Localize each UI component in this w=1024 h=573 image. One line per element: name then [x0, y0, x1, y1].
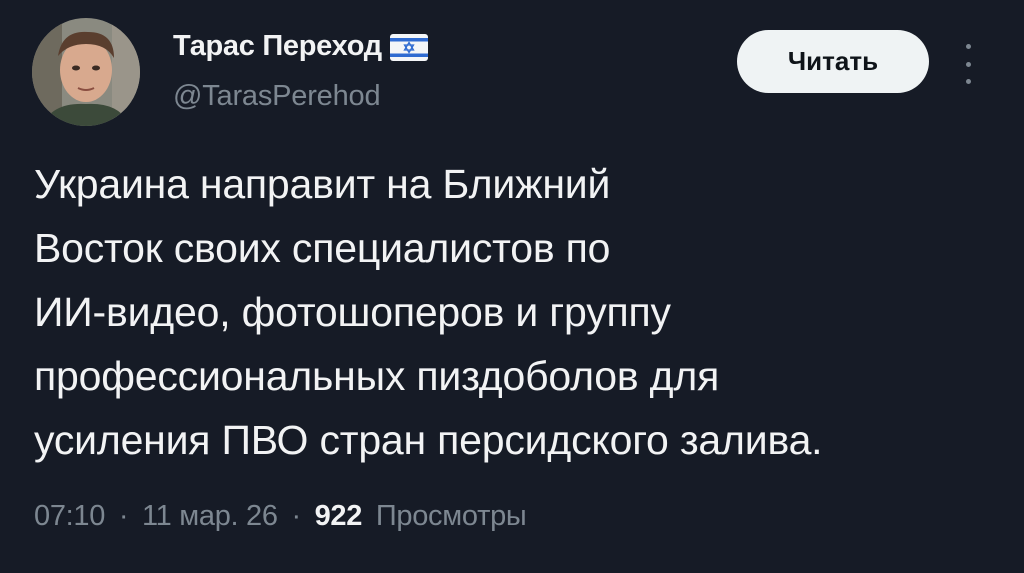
tweet-text-line: профессиональных пиздоболов для: [34, 353, 720, 399]
tweet-meta: 07:10 · 11 мар. 26 · 922 Просмотры: [34, 500, 527, 533]
more-dot: [965, 79, 971, 84]
follow-button[interactable]: Читать: [737, 30, 929, 93]
tweet-text-line: усиления ПВО стран персидского залива.: [34, 417, 823, 463]
tweet-card: Тарас Переход @TarasPerehod Читать Украи…: [0, 0, 1024, 573]
more-dot: [965, 61, 971, 67]
tweet-text-line: ИИ-видео, фотошоперов и группу: [34, 289, 671, 335]
meta-separator: ·: [291, 500, 301, 532]
avatar[interactable]: [32, 18, 140, 126]
views-label: Просмотры: [375, 500, 527, 532]
display-name[interactable]: Тарас Переход: [173, 30, 382, 63]
tweet-date[interactable]: 11 мар. 26: [142, 500, 278, 532]
tweet-text-line: Восток своих специалистов по: [34, 225, 611, 271]
meta-separator: ·: [118, 500, 129, 532]
more-vertical-icon[interactable]: [958, 44, 978, 84]
tweet-text-line: Украина направит на Ближний: [34, 161, 611, 207]
author-handle[interactable]: @TarasPerehod: [173, 80, 381, 113]
views-count: 922: [314, 500, 363, 532]
tweet-time[interactable]: 07:10: [34, 500, 105, 532]
israel-flag-icon: [389, 34, 428, 61]
more-dot: [965, 44, 971, 49]
tweet-text: Украина направит на Ближний Восток своих…: [34, 152, 994, 472]
author-name-row: Тарас Переход: [173, 30, 428, 63]
